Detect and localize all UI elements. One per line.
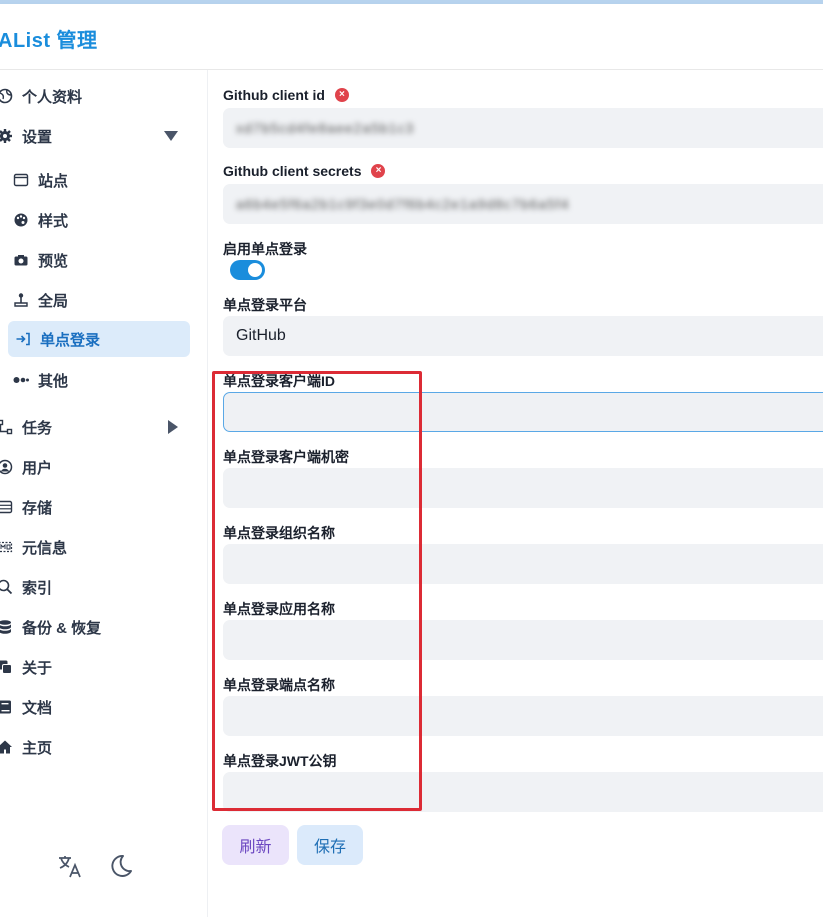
sidebar-item-label: 存储 [22,499,53,517]
sidebar-item-label: 文档 [22,699,53,717]
dots-icon [12,371,30,389]
sidebar-item-profile[interactable]: 个人资料 [0,78,196,114]
sso-client-secret-input[interactable] [223,468,823,508]
sso-platform-label: 单点登录平台 [223,297,307,313]
sidebar-item-preview[interactable]: 预览 [12,242,190,278]
sso-org-name-input[interactable] [223,544,823,584]
github-client-id-input[interactable]: xd7b5cd4fe8aee2a5b1c3 [223,108,823,148]
sidebar-item-docs[interactable]: 文档 [0,689,196,725]
sidebar-item-settings[interactable]: 设置 [0,118,196,154]
storage-icon [0,498,14,516]
translate-icon[interactable] [56,852,84,885]
search-icon [0,578,14,596]
home-icon [0,738,14,756]
sso-platform-select[interactable]: GitHub [223,316,823,356]
sidebar-item-label: 预览 [38,252,69,270]
sso-app-name-label: 单点登录应用名称 [223,601,335,617]
github-client-secrets-input[interactable]: a6b4e5f6a2b1c9f3e0d7f6b4c2e1a9d8c7b6a5f4 [223,184,823,224]
gear-icon [0,127,14,145]
book-icon [0,698,14,716]
sso-app-name-input[interactable] [223,620,823,660]
sso-client-id-label: 单点登录客户端ID [223,373,335,389]
database-icon [0,618,14,636]
sidebar-item-label: 用户 [22,459,53,477]
sidebar-item-label: 主页 [22,739,53,757]
app-title[interactable]: AList 管理 [0,24,98,53]
save-button[interactable]: 保存 [297,825,363,865]
sidebar-item-global[interactable]: 全局 [12,282,190,318]
sidebar-item-tasks[interactable]: 任务 [0,409,196,445]
sidebar-item-storage[interactable]: 存储 [0,489,196,525]
globe-icon [0,87,14,105]
sso-jwt-public-key-label: 单点登录JWT公钥 [223,753,337,769]
toggle-knob [248,263,262,277]
settings-form: Github client id × xd7b5cd4fe8aee2a5b1c3… [208,70,823,917]
joystick-icon [12,291,30,309]
sidebar-item-site[interactable]: 站点 [12,162,190,198]
sso-jwt-public-key-input[interactable] [223,772,823,812]
sidebar-item-label: 全局 [38,292,69,310]
meta-icon [0,538,14,556]
sidebar-item-label: 个人资料 [22,88,83,106]
sso-endpoint-name-label: 单点登录端点名称 [223,677,335,693]
chevron-right-icon[interactable] [168,420,178,434]
sidebar-item-sso[interactable]: 单点登录 [8,321,190,357]
sso-client-id-input[interactable] [223,392,823,432]
sidebar-item-label: 索引 [22,579,53,597]
camera-icon [12,251,30,269]
sidebar-item-label: 其他 [38,372,69,390]
sidebar-item-label: 元信息 [22,539,68,557]
palette-icon [12,211,30,229]
sso-endpoint-name-input[interactable] [223,696,823,736]
sidebar-item-label: 站点 [38,172,69,190]
app-header: AList 管理 [0,4,823,70]
github-client-secrets-label: Github client secrets × [223,163,386,179]
error-icon: × [334,88,349,102]
sso-enable-toggle[interactable] [230,260,265,280]
sso-enable-label: 启用单点登录 [223,241,307,257]
sidebar-item-meta[interactable]: 元信息 [0,529,196,565]
tasks-icon [0,418,14,436]
sidebar-item-label: 任务 [22,419,53,437]
error-icon: × [371,164,386,178]
sidebar-item-about[interactable]: 关于 [0,649,196,685]
sidebar-item-style[interactable]: 样式 [12,202,190,238]
refresh-button[interactable]: 刷新 [222,825,289,865]
sidebar-item-backup[interactable]: 备份 & 恢复 [0,609,196,645]
github-client-id-label: Github client id × [223,87,349,103]
sign-in-icon [14,330,32,348]
sidebar-item-label: 样式 [38,212,69,230]
sidebar-item-label: 单点登录 [40,331,101,349]
moon-icon[interactable] [106,852,134,885]
chevron-down-icon[interactable] [164,131,178,141]
sidebar-item-label: 备份 & 恢复 [22,619,102,637]
user-icon [0,458,14,476]
copy-icon [0,658,14,676]
sidebar-item-other[interactable]: 其他 [12,362,190,398]
sso-client-secret-label: 单点登录客户端机密 [223,449,349,465]
sso-org-name-label: 单点登录组织名称 [223,525,335,541]
sidebar-item-index[interactable]: 索引 [0,569,196,605]
sidebar: 个人资料 设置 站点 样式 预览 全局 单点登录 其他 任务 用户 存储 元信息… [0,70,208,917]
sidebar-item-home[interactable]: 主页 [0,729,196,765]
window-icon [12,171,30,189]
sidebar-item-users[interactable]: 用户 [0,449,196,485]
sidebar-footer-tools [56,852,134,885]
sidebar-item-label: 关于 [22,659,53,677]
sidebar-item-label: 设置 [22,128,53,146]
